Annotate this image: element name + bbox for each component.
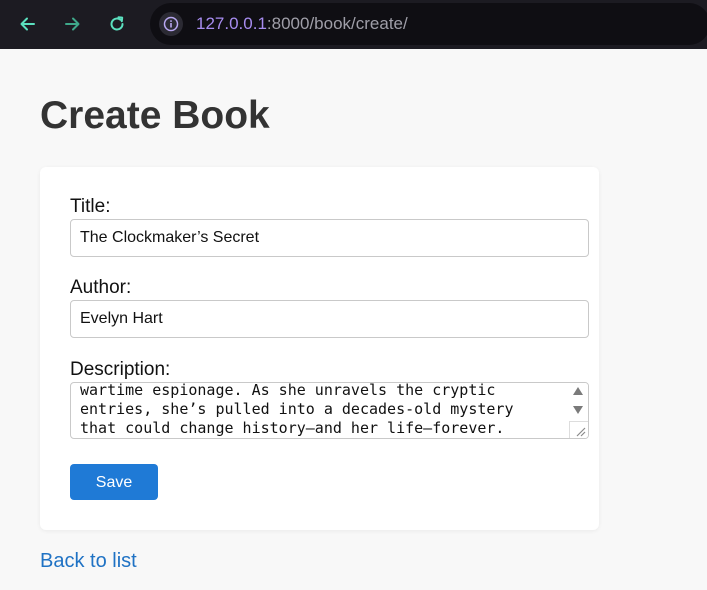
author-label: Author: xyxy=(70,277,132,298)
back-button[interactable] xyxy=(12,8,44,40)
url-text[interactable]: 127.0.0.1:8000/book/create/ xyxy=(196,14,408,34)
resize-handle[interactable] xyxy=(569,421,588,438)
description-line: wartime espionage. As she unravels the c… xyxy=(80,382,496,399)
page-content: Create Book Title: Author: Description: … xyxy=(0,49,707,590)
description-label: Description: xyxy=(70,359,171,380)
description-line: entries, she’s pulled into a decades-old… xyxy=(80,400,514,418)
info-icon xyxy=(163,16,179,32)
reload-button[interactable] xyxy=(101,8,133,40)
scroll-down-icon[interactable] xyxy=(573,406,583,414)
save-button[interactable]: Save xyxy=(70,464,158,500)
back-to-list-link[interactable]: Back to list xyxy=(40,549,137,573)
browser-toolbar: 127.0.0.1:8000/book/create/ xyxy=(0,0,707,49)
url-path: :8000/book/create/ xyxy=(266,14,408,33)
title-input[interactable] xyxy=(70,219,589,257)
reload-icon xyxy=(110,16,124,31)
resize-grip-icon xyxy=(576,427,586,437)
page-title: Create Book xyxy=(40,94,270,137)
forward-button[interactable] xyxy=(56,8,88,40)
arrow-left-icon xyxy=(20,17,35,31)
url-host: 127.0.0.1 xyxy=(196,14,267,33)
description-line: that could change history—and her life—f… xyxy=(80,419,505,437)
author-input[interactable] xyxy=(70,300,589,338)
title-label: Title: xyxy=(70,196,111,217)
description-text: wartime espionage. As she unravels the c… xyxy=(80,382,560,438)
site-info-button[interactable] xyxy=(159,12,183,36)
book-form: Title: Author: Description: wartime espi… xyxy=(40,167,599,530)
description-textarea[interactable]: wartime espionage. As she unravels the c… xyxy=(70,382,589,439)
scroll-up-icon[interactable] xyxy=(573,387,583,395)
arrow-right-icon xyxy=(65,17,80,31)
address-bar[interactable]: 127.0.0.1:8000/book/create/ xyxy=(150,3,707,45)
